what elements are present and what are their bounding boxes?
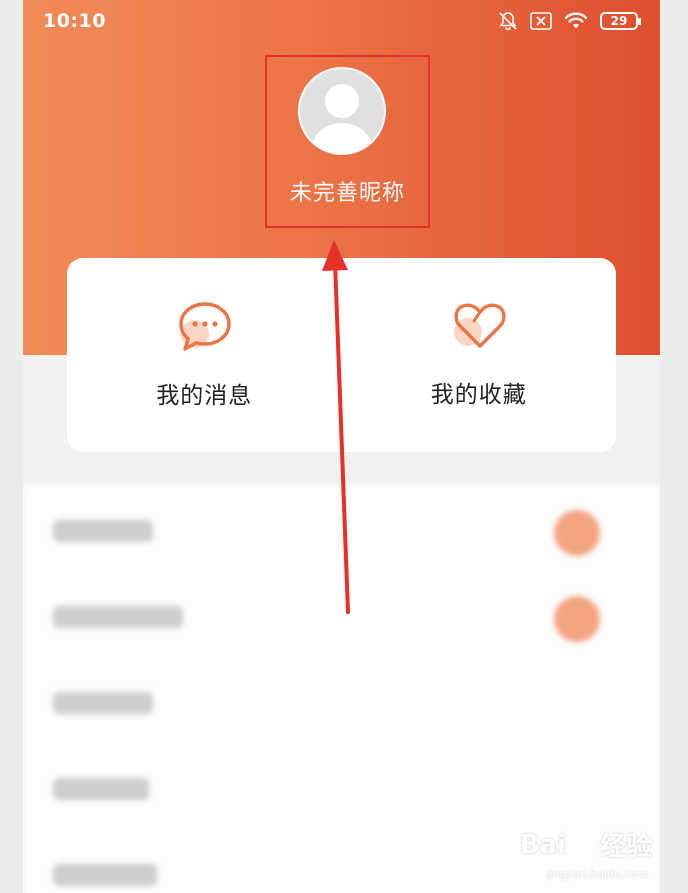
bell-muted-icon [498, 11, 518, 31]
wifi-icon [564, 12, 588, 30]
list-item-label [53, 778, 149, 800]
status-time: 10:10 [43, 10, 106, 32]
default-avatar-icon[interactable] [298, 67, 386, 155]
list-item-label [53, 864, 157, 886]
watermark-url: jingyan.baidu.com [546, 868, 648, 881]
watermark-brand: Bai [519, 829, 566, 860]
profile-highlight-box: 未完善昵称 [265, 55, 430, 228]
list-item-badge [554, 596, 600, 642]
watermark-brand-suffix: 经验 [599, 832, 652, 862]
list-item[interactable] [23, 660, 660, 746]
sim-x-icon [530, 12, 552, 30]
list-item[interactable] [23, 488, 660, 574]
my-messages-label: 我的消息 [156, 383, 253, 409]
paw-icon [568, 830, 598, 860]
chat-bubble-icon [175, 300, 235, 356]
status-bar: 10:10 29 [23, 0, 660, 44]
nickname-label[interactable]: 未完善昵称 [267, 175, 428, 207]
my-favorites-button[interactable]: 我的收藏 [342, 258, 617, 452]
list-item[interactable] [23, 574, 660, 660]
list-item-label [53, 606, 183, 628]
watermark-logo: Bai 经验 [520, 826, 652, 863]
quick-actions-card: 我的消息 我的收藏 [67, 258, 616, 452]
my-messages-button[interactable]: 我的消息 [67, 258, 342, 452]
list-item-label [53, 692, 153, 714]
app-screen: 10:10 29 未完善昵称 我的消息 我的收藏 [23, 0, 660, 893]
my-favorites-label: 我的收藏 [430, 382, 527, 408]
list-item-badge [554, 510, 600, 556]
heart-icon [450, 296, 510, 352]
status-icons: 29 [498, 9, 641, 33]
list-item-label [53, 520, 153, 542]
battery-icon: 29 [600, 12, 641, 30]
list-item[interactable] [23, 746, 660, 832]
